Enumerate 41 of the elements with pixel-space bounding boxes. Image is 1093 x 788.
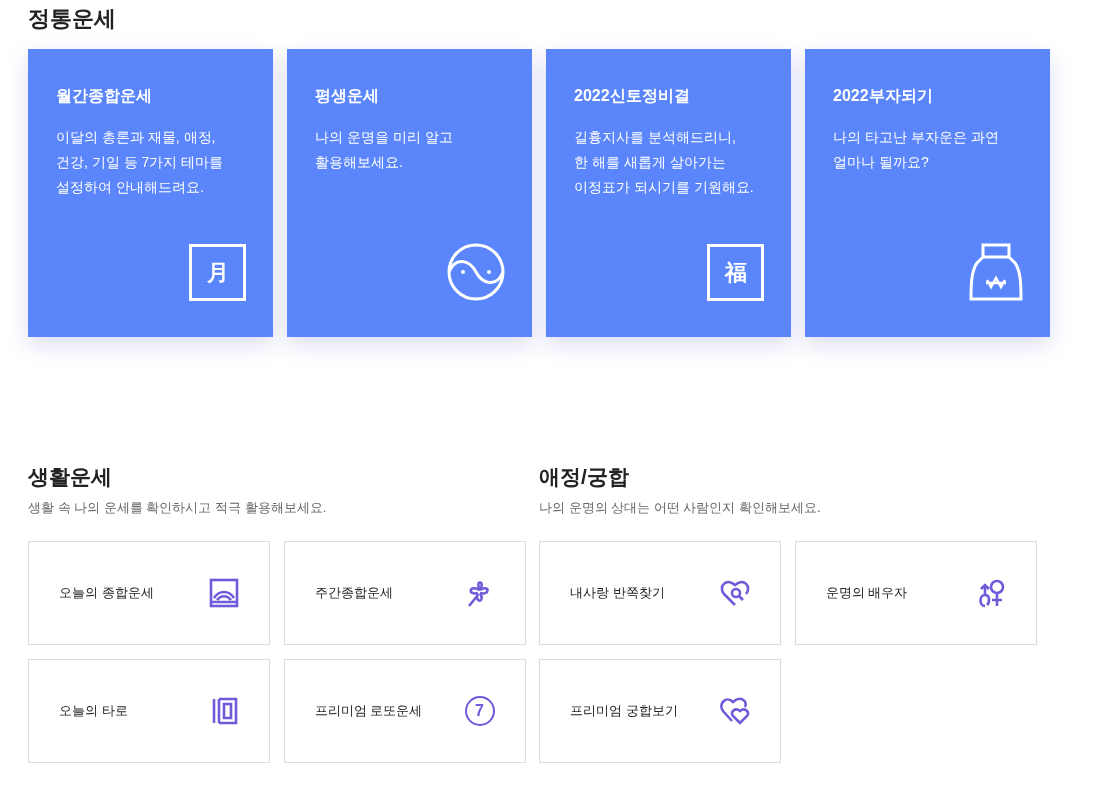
section-subtitle: 생활 속 나의 운세를 확인하시고 적극 활용해보세요. [28, 499, 328, 517]
menu-item-label: 운명의 배우자 [825, 584, 908, 603]
menu-item-label: 프리미엄 로또운세 [314, 702, 423, 721]
menu-item-label: 내사랑 반쪽찾기 [570, 584, 665, 603]
card-description: 건강, 기일 등 7가지 테마를 [56, 153, 225, 172]
card-description: 이달의 총론과 재물, 애정, [56, 128, 217, 147]
yin-yang-icon [447, 243, 505, 301]
card-title: 월간종합운세 [56, 86, 153, 106]
sunrise-icon [209, 578, 239, 608]
fortune-menu-item[interactable]: 주간종합운세 [283, 541, 526, 645]
card-description: 나의 운명을 미리 알고 [315, 128, 454, 147]
fortune-menu-item[interactable]: 오늘의 타로 [28, 659, 270, 763]
menu-item-label: 프리미엄 궁합보기 [570, 702, 678, 721]
fortune-menu-item[interactable]: 프리미엄 로또운세 7 [283, 659, 526, 763]
section-subtitle: 나의 운명의 상대는 어떤 사람인지 확인해보세요. [539, 499, 822, 517]
heart-magnifier-icon [720, 579, 750, 607]
card-description: 이정표가 되시기를 기원해요. [574, 178, 755, 197]
fortune-menu-item[interactable]: 내사랑 반쪽찾기 [539, 541, 781, 645]
card-title: 2022부자되기 [833, 86, 934, 106]
menu-item-label: 주간종합운세 [314, 584, 393, 603]
section-title: 정통운세 [28, 5, 117, 33]
fortune-menu-item[interactable]: 오늘의 종합운세 [28, 541, 270, 645]
section-title: 애정/궁합 [539, 464, 630, 490]
card-description: 나의 타고난 부자운은 과연 [833, 128, 1000, 147]
two-hearts-icon [720, 697, 750, 725]
fortune-menu-item[interactable]: 프리미엄 궁합보기 [539, 659, 781, 763]
menu-item-label: 오늘의 종합운세 [59, 584, 154, 603]
card-title: 2022신토정비결 [574, 86, 691, 106]
card-description: 활용해보세요. [315, 153, 404, 172]
section-title: 생활운세 [28, 464, 113, 490]
card-description: 설정하여 안내해드려요. [56, 178, 205, 197]
framed-character-icon: 福 [707, 244, 764, 301]
cards-icon [211, 696, 239, 726]
card-description: 얼마나 될까요? [833, 153, 930, 172]
card-description: 한 해를 새롭게 살아가는 [574, 153, 727, 172]
card-description: 길흉지사를 분석해드리니, [574, 128, 737, 147]
card-title: 평생운세 [315, 86, 380, 106]
fortune-menu-item[interactable]: 운명의 배우자 [794, 541, 1037, 645]
menu-item-label: 오늘의 타로 [59, 702, 128, 721]
framed-character-icon: 月 [189, 244, 246, 301]
money-bag-icon [969, 243, 1023, 301]
